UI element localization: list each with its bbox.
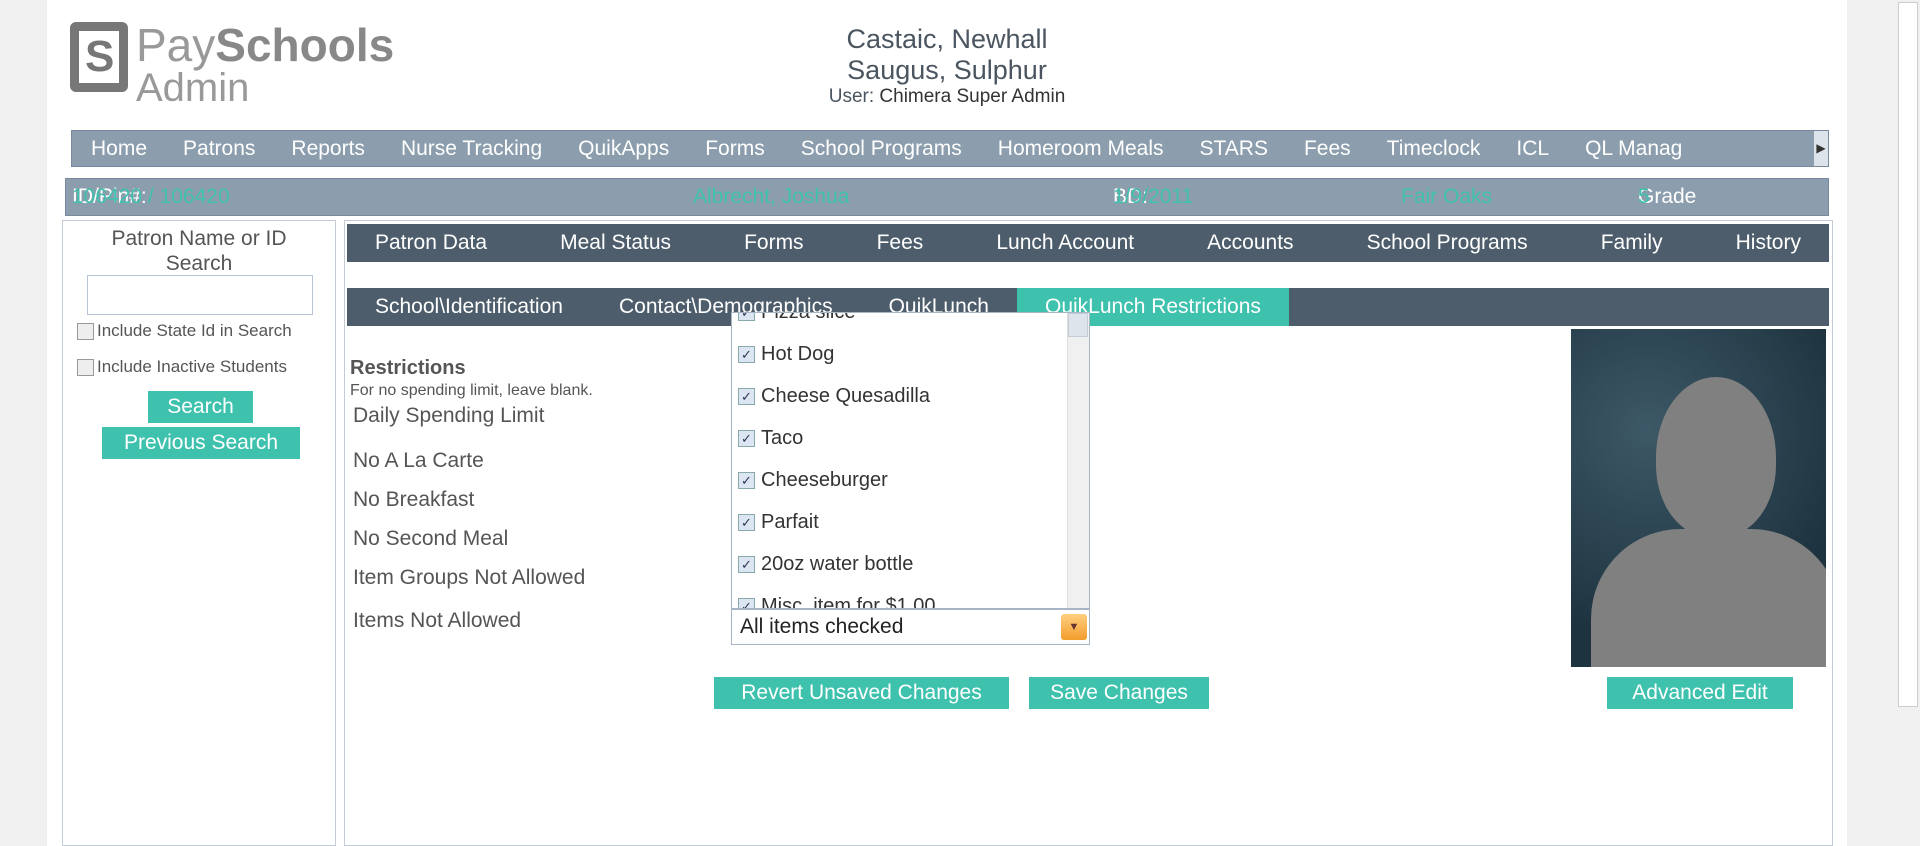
primary-tabs: Patron Data Meal Status Forms Fees Lunch Acc… (347, 224, 1829, 262)
restrictions-hint: For no spending limit, leave blank. (350, 382, 593, 399)
chevron-down-icon[interactable]: ▼ (1061, 614, 1087, 640)
nav-item-ql-manag[interactable]: QL Manag (1585, 137, 1682, 161)
district-line-2: Saugus, Sulphur (847, 55, 1047, 85)
checkbox-checked-icon[interactable]: ✓ (738, 313, 755, 321)
nav-item-fees[interactable]: Fees (1304, 137, 1351, 161)
patron-name: Albrecht, Joshua (693, 185, 850, 208)
checkbox-checked-icon[interactable]: ✓ (738, 430, 755, 447)
user-label: User: (828, 86, 875, 107)
item-groups-label: Item Groups Not Allowed (353, 566, 586, 589)
patron-info-bar: ID/Pin#: 106420 / 106420 Albrecht, Joshu… (65, 178, 1829, 216)
id-value: 106420 / 106420 (72, 185, 230, 208)
dropdown-item[interactable]: ✓ 20oz water bottle (738, 553, 913, 576)
nav-item-homeroom-meals[interactable]: Homeroom Meals (998, 137, 1164, 161)
user-name: Chimera Super Admin (879, 86, 1066, 107)
checkbox-checked-icon[interactable]: ✓ (738, 556, 755, 573)
previous-search-button[interactable]: Previous Search (102, 427, 300, 459)
payschools-logo[interactable]: PaySchools Admin (70, 22, 394, 108)
silhouette-head (1656, 377, 1776, 537)
restrictions-heading: Restrictions (350, 357, 466, 379)
save-changes-button[interactable]: Save Changes (1029, 677, 1209, 709)
checkbox-label: Include State Id in Search (97, 321, 292, 340)
school-name: Fair Oaks (1401, 185, 1493, 208)
nav-item-school-programs[interactable]: School Programs (801, 137, 962, 161)
dropdown-item[interactable]: ✓ Cheeseburger (738, 469, 888, 492)
checkbox-checked-icon[interactable]: ✓ (738, 472, 755, 489)
nav-item-quikapps[interactable]: QuikApps (578, 137, 669, 161)
dropdown-item[interactable]: ✓ Pizza slice (738, 312, 856, 324)
select-value: All items checked (740, 615, 904, 638)
dropdown-item[interactable]: ✓ Cheese Quesadilla (738, 385, 930, 408)
dropdown-item-label: Pizza slice (761, 312, 856, 323)
checkbox-icon[interactable] (77, 322, 94, 340)
dropdown-item-label: Misc. item for $1.00 (761, 595, 936, 609)
dropdown-item[interactable]: ✓ Hot Dog (738, 343, 834, 366)
dropdown-scrollbar[interactable] (1067, 313, 1089, 608)
bd-value: 1/9/2011 (1113, 185, 1194, 208)
include-state-id-checkbox[interactable]: Include State Id in Search (77, 321, 292, 341)
dropdown-item-label: Cheeseburger (761, 469, 888, 491)
search-button[interactable]: Search (148, 391, 253, 423)
dropdown-item[interactable]: ✓ Misc. item for $1.00 (738, 595, 936, 609)
no-a-la-carte-label: No A La Carte (353, 449, 484, 472)
nav-item-nurse-tracking[interactable]: Nurse Tracking (401, 137, 542, 161)
tab-school-identification[interactable]: School\Identification (347, 288, 591, 326)
revert-changes-button[interactable]: Revert Unsaved Changes (714, 677, 1009, 709)
search-title: Patron Name or ID Search (111, 227, 287, 275)
checkbox-checked-icon[interactable]: ✓ (738, 346, 755, 363)
checkbox-checked-icon[interactable]: ✓ (738, 388, 755, 405)
dropdown-item-label: Parfait (761, 511, 819, 533)
dropdown-item-label: Cheese Quesadilla (761, 385, 930, 407)
dropdown-item[interactable]: ✓ Taco (738, 427, 803, 450)
tab-patron-data[interactable]: Patron Data (347, 224, 515, 262)
search-panel: Patron Name or ID Search Include State I… (62, 220, 336, 846)
include-inactive-checkbox[interactable]: Include Inactive Students (77, 357, 287, 377)
dropdown-item-label: Taco (761, 427, 804, 449)
checkbox-label: Include Inactive Students (97, 357, 287, 376)
advanced-edit-button[interactable]: Advanced Edit (1607, 677, 1793, 709)
main-nav: Home Patrons Reports Nurse Tracking QuikApps… (71, 130, 1829, 167)
logo-subtitle: Admin (136, 66, 250, 110)
nav-item-patrons[interactable]: Patrons (183, 137, 255, 161)
district-header: Castaic, Newhall Saugus, Sulphur User: C… (700, 24, 1194, 108)
checkbox-checked-icon[interactable]: ✓ (738, 598, 755, 608)
scroll-thumb[interactable] (1898, 2, 1918, 707)
district-line-1: Castaic, Newhall (846, 24, 1048, 54)
tab-family[interactable]: Family (1573, 224, 1691, 262)
tab-accounts[interactable]: Accounts (1179, 224, 1321, 262)
tab-lunch-account[interactable]: Lunch Account (968, 224, 1162, 262)
tab-history[interactable]: History (1708, 224, 1829, 262)
items-not-allowed-select[interactable]: All items checked ▼ (731, 609, 1090, 645)
grade-value: 5 (1638, 185, 1650, 208)
logo-icon (70, 22, 128, 92)
dropdown-item-label: Hot Dog (761, 343, 835, 365)
nav-item-reports[interactable]: Reports (291, 137, 365, 161)
search-input[interactable] (87, 275, 313, 315)
logo-text: Pay (136, 19, 216, 71)
tab-fees[interactable]: Fees (849, 224, 952, 262)
nav-scroll-right-icon[interactable]: ▶ (1814, 131, 1828, 166)
no-breakfast-label: No Breakfast (353, 488, 475, 511)
tab-forms[interactable]: Forms (716, 224, 832, 262)
tab-meal-status[interactable]: Meal Status (532, 224, 699, 262)
daily-spending-limit-label: Daily Spending Limit (353, 404, 545, 427)
nav-item-stars[interactable]: STARS (1200, 137, 1268, 161)
dropdown-item-label: 20oz water bottle (761, 553, 914, 575)
page-scrollbar[interactable] (1896, 0, 1920, 846)
nav-item-forms[interactable]: Forms (705, 137, 765, 161)
silhouette-body (1591, 529, 1826, 667)
checkbox-icon[interactable] (77, 358, 94, 376)
no-second-meal-label: No Second Meal (353, 527, 509, 550)
nav-item-timeclock[interactable]: Timeclock (1387, 137, 1481, 161)
logo-text-bold: Schools (215, 19, 395, 71)
items-not-allowed-label: Items Not Allowed (353, 609, 522, 632)
patron-photo (1571, 329, 1826, 667)
tab-school-programs[interactable]: School Programs (1339, 224, 1556, 262)
scroll-thumb[interactable] (1068, 313, 1088, 337)
items-dropdown-list: ✓ Misc. item for $1.00 ✓ 20oz water bottle ✓… (731, 312, 1090, 609)
dropdown-item[interactable]: ✓ Parfait (738, 511, 819, 534)
nav-item-icl[interactable]: ICL (1516, 137, 1549, 161)
checkbox-checked-icon[interactable]: ✓ (738, 514, 755, 531)
nav-item-home[interactable]: Home (91, 137, 147, 161)
